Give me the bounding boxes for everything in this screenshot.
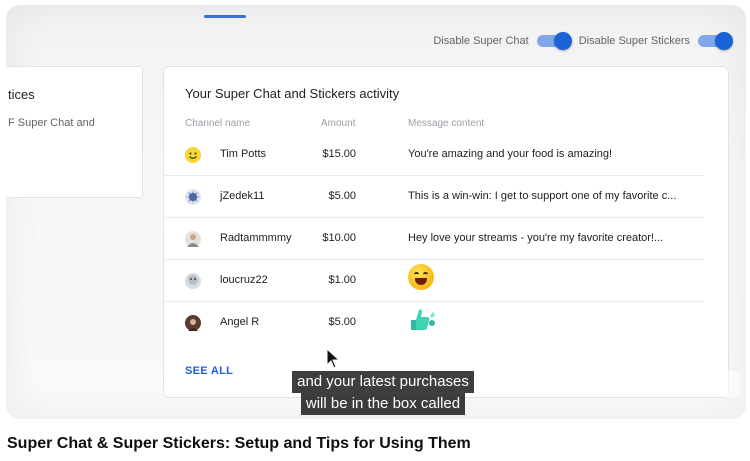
mouse-cursor-icon [326,348,340,369]
column-header-channel: Channel name [185,118,251,129]
amount: $10.00 [322,232,356,244]
sticker-mouth [415,278,427,285]
table-row[interactable]: jZedek11 $5.00 This is a win-win: I get … [164,175,704,218]
avatar [185,315,201,331]
spiky-avatar-icon [186,190,200,204]
video-frame[interactable]: Disable Super Chat Disable Super Sticker… [6,5,746,419]
person-avatar-icon [188,275,198,285]
smiley-icon [186,148,200,162]
amount: $5.00 [328,190,356,202]
play-button-ghost [702,371,740,397]
notices-card-title: tices [8,87,35,102]
toggle-row: Disable Super Chat Disable Super Sticker… [433,32,733,50]
sticker-eye [423,272,428,277]
video-caption: and your latest purchases will be in the… [272,371,494,415]
disable-super-stickers-setting: Disable Super Stickers [578,32,733,50]
avatar [185,189,201,205]
video-title[interactable]: Super Chat & Super Stickers: Setup and T… [7,435,471,453]
channel-name: Tim Potts [220,148,267,160]
message-content: You're amazing and your food is amazing! [408,148,613,160]
avatar [185,147,201,163]
disable-super-chat-label: Disable Super Chat [433,35,529,47]
table-row[interactable]: Tim Potts $15.00 You're amazing and your… [164,133,704,176]
laughing-face-sticker-icon [408,264,434,290]
thumbs-up-sticker-icon [411,309,435,330]
message-content: Hey love your streams - you're my favori… [408,232,664,244]
table-row[interactable]: Radtammmmy $10.00 Hey love your streams … [164,217,704,260]
amount: $15.00 [322,148,356,160]
channel-name: loucruz22 [220,274,268,286]
disable-super-stickers-toggle[interactable] [698,32,733,50]
see-all-link[interactable]: SEE ALL [185,365,233,377]
notices-card-text: F Super Chat and [8,117,95,129]
sticker-eye [414,272,419,277]
avatar [185,273,201,289]
table-row[interactable]: Angel R $5.00 [164,301,704,343]
avatar [185,231,201,247]
toggle-knob [715,32,733,50]
person-avatar-icon [188,319,198,331]
amount: $1.00 [328,274,356,286]
activity-card: Your Super Chat and Stickers activity Ch… [163,66,729,398]
disable-super-chat-setting: Disable Super Chat [433,32,572,50]
toggle-knob [553,32,572,50]
channel-name: Radtammmmy [220,232,292,244]
amount: $5.00 [328,316,356,328]
channel-name: jZedek11 [220,190,265,202]
notices-card: tices F Super Chat and [6,66,143,198]
caption-line-2: will be in the box called [300,393,466,415]
table-row[interactable]: loucruz22 $1.00 [164,259,704,302]
activity-card-title: Your Super Chat and Stickers activity [185,86,400,101]
active-tab-indicator [204,15,246,18]
person-avatar-icon [187,234,199,247]
disable-super-chat-toggle[interactable] [536,32,572,50]
column-header-amount: Amount [321,118,356,129]
message-content: This is a win-win: I get to support one … [408,190,677,202]
disable-super-stickers-label: Disable Super Stickers [578,35,690,47]
caption-line-1: and your latest purchases [292,371,474,393]
channel-name: Angel R [220,316,260,328]
column-header-message: Message content [408,118,485,129]
